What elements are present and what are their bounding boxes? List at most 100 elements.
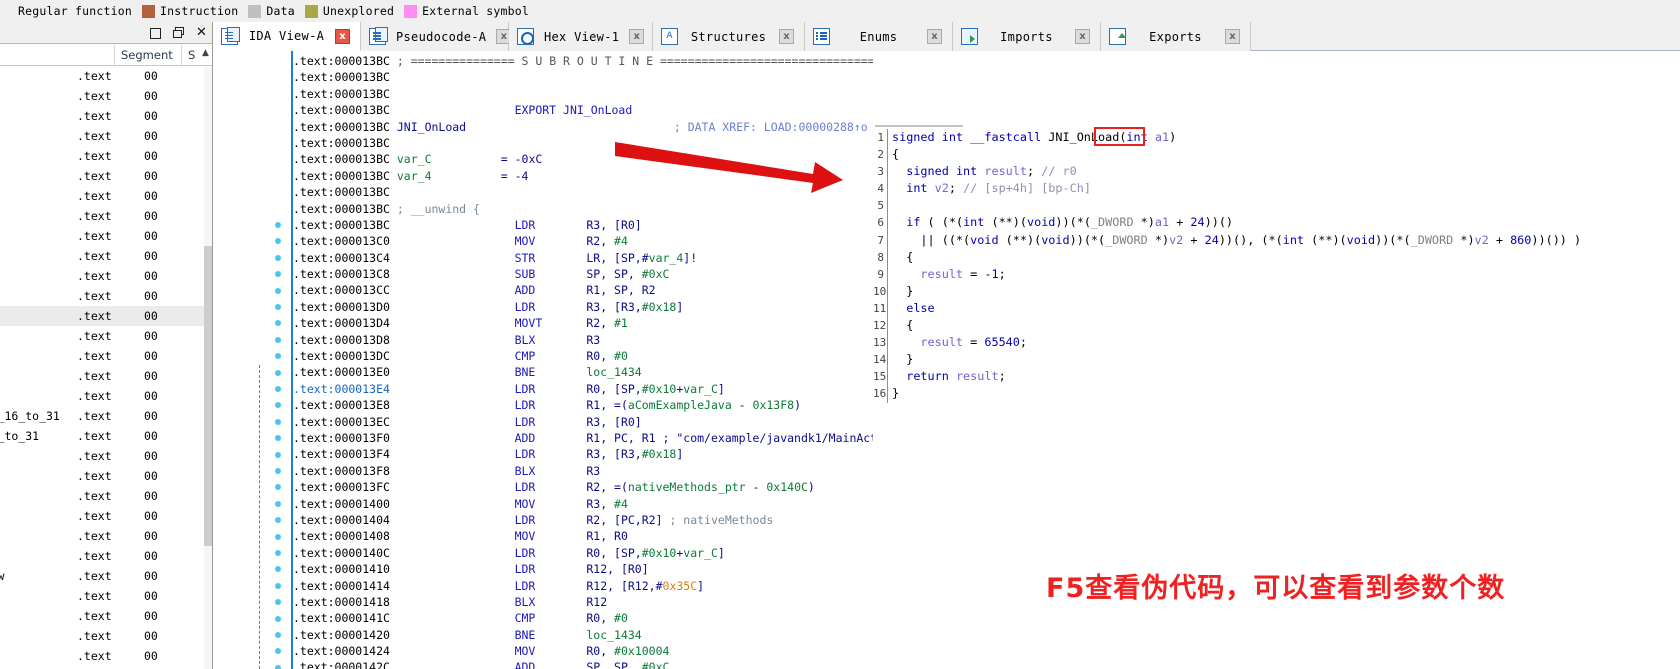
tab-close-icon[interactable]: x <box>1075 29 1090 44</box>
disassembly-line[interactable]: .text:00001410 LDR R12, [R0] <box>293 561 873 577</box>
breakpoint-marker-icon[interactable] <box>275 386 281 392</box>
view-tab-strip[interactable]: IDA View-A x Pseudocode-A x Hex View-1 x A Stru… <box>213 22 1680 51</box>
functions-list[interactable]: .text00on.text00.text00.text00.text00.te… <box>0 66 205 669</box>
breakpoint-marker-icon[interactable] <box>275 369 281 376</box>
disassembly-line[interactable]: .text:00001400 MOV R3, #4 <box>293 496 873 512</box>
disassembly-line[interactable]: .text:000013BC ; =============== S U B R… <box>293 53 873 69</box>
pseudocode-line[interactable]: 9 result = -1; <box>873 265 1680 283</box>
function-list-row[interactable]: .text 00 <box>0 166 205 186</box>
disassembly-line[interactable]: .text:000013BC ; __unwind { <box>293 201 873 217</box>
pseudocode-line[interactable]: 11 else <box>873 299 1680 318</box>
function-list-row[interactable]: .text 00 <box>0 546 205 566</box>
function-list-row[interactable]: .text 00 <box>0 126 205 146</box>
breakpoint-marker-icon[interactable] <box>275 533 281 540</box>
function-list-row[interactable]: .text 00 <box>0 206 205 226</box>
pseudocode-line[interactable]: 16} <box>873 385 1680 403</box>
function-list-row[interactable]: 0 .text 00 <box>0 226 205 246</box>
function-list-row[interactable]: .text 00 <box>0 626 205 646</box>
disassembly-line[interactable]: .text:000013F8 BLX R3 <box>293 463 873 479</box>
breakpoint-marker-icon[interactable] <box>275 336 281 343</box>
disassembly-line[interactable]: .text:0000140C LDR R0, [SP,#0x10+var_C] <box>293 545 873 561</box>
disassembly-line[interactable]: .text:000013BC <box>293 135 873 151</box>
tab-exports[interactable]: Exports x <box>1101 22 1251 51</box>
tab-close-icon[interactable]: x <box>927 29 942 44</box>
breakpoint-marker-icon[interactable] <box>275 468 281 474</box>
disassembly-line[interactable]: .text:00001420 BNE loc_1434 <box>293 627 873 643</box>
function-list-row[interactable]: P_D_16_to_31 .text 00 <box>0 426 205 446</box>
xref-comment[interactable]: ; DATA XREF: LOAD:00000288↑o <box>674 120 868 134</box>
disassembly-line[interactable]: .text:00001418 BLX R12 <box>293 594 873 610</box>
disassembly-line[interactable]: .text:000013FC LDR R2, =(nativeMethods_pt… <box>293 479 873 495</box>
disassembly-line[interactable]: .text:00001408 MOV R1, R0 <box>293 528 873 544</box>
disassembly-line[interactable]: .text:000013D4 MOVT R2, #1 <box>293 315 873 331</box>
pseudocode-line[interactable]: 10 } <box>873 282 1680 300</box>
tab-close-icon[interactable]: x <box>629 29 645 44</box>
function-list-row[interactable]: _VFP .text 00 <box>0 326 205 346</box>
restore-window-icon[interactable] <box>150 27 161 39</box>
function-list-row[interactable]: .text 00 <box>0 646 205 666</box>
disassembly-line[interactable]: .text:000013BC var_4 = -4 <box>293 168 873 184</box>
breakpoint-marker-icon[interactable] <box>275 222 281 228</box>
function-list-row[interactable]: .text 00 <box>0 306 205 326</box>
disassembly-line[interactable]: .text:000013BC var_C = -0xC <box>293 151 873 167</box>
pseudocode-line[interactable]: 15 return result; <box>873 368 1680 386</box>
ida-view-a-disassembly-pane[interactable]: .text:000013BC ; =============== S U B R… <box>213 51 873 669</box>
disassembly-line[interactable]: .text:000013BC LDR R3, [R0] <box>293 217 873 233</box>
function-list-row[interactable]: e .text 00 <box>0 186 205 206</box>
disassembly-line[interactable]: .text:000013EC LDR R3, [R0] <box>293 414 873 430</box>
function-list-row[interactable]: _VFP_D_16_to_31 .text 00 <box>0 406 205 426</box>
pseudocode-line[interactable]: 4 int v2; // [sp+4h] [bp-Ch] <box>873 180 1680 198</box>
function-list-row[interactable]: .text 00 <box>0 106 205 126</box>
disassembly-line[interactable]: .text:000013BC EXPORT JNI_OnLoad <box>293 102 873 118</box>
disassembly-line[interactable]: .text:000013F0 ADD R1, PC, R1 ; "com/exam… <box>293 430 873 446</box>
breakpoint-marker-icon[interactable] <box>275 418 281 425</box>
pseudocode-line[interactable]: 3 signed int result; // r0 <box>873 163 1680 181</box>
column-header-function-name[interactable] <box>0 45 115 65</box>
breakpoint-marker-icon[interactable] <box>275 304 281 310</box>
function-list-row[interactable]: on .text 00 <box>0 86 205 106</box>
breakpoint-marker-icon[interactable] <box>275 582 281 589</box>
function-list-row[interactable]: MXC .text 00 <box>0 506 205 526</box>
disassembly-line[interactable]: .text:000013CC ADD R1, SP, R2 <box>293 282 873 298</box>
pseudocode-line[interactable]: 13 result = 65540; <box>873 334 1680 352</box>
tab-enums[interactable]: Enums x <box>805 22 953 51</box>
pseudocode-line[interactable]: 2{ <box>873 146 1680 164</box>
pseudocode-line[interactable]: 12 { <box>873 317 1680 335</box>
function-list-row[interactable]: 2 .text 00 <box>0 266 205 286</box>
disassembly-line[interactable]: .text:00001414 LDR R12, [R12,#0x35C] <box>293 578 873 594</box>
pseudocode-line[interactable]: 6 if ( (*(int (**)(void))(*(_DWORD *)a1 … <box>873 214 1680 232</box>
pseudocode-line[interactable]: 1 signed int __fastcall JNI_OnLoad(int a1… <box>873 129 1680 147</box>
breakpoint-marker-icon[interactable] <box>275 550 281 556</box>
function-list-row[interactable]: _VFP_D .text 00 <box>0 366 205 386</box>
disassembly-line[interactable]: .text:000013BC <box>293 184 873 200</box>
breakpoint-marker-icon[interactable] <box>275 664 281 669</box>
pseudocode-line[interactable]: 5 <box>873 197 1680 215</box>
breakpoint-marker-icon[interactable] <box>275 615 281 622</box>
disassembly-line[interactable]: .text:000013DC CMP R0, #0 <box>293 348 873 364</box>
disassembly-line[interactable]: .text:000013E4 LDR R0, [SP,#0x10+var_C] <box>293 381 873 397</box>
tab-ida-view-a[interactable]: IDA View-A x <box>213 22 361 51</box>
cascade-window-icon[interactable] <box>173 27 184 38</box>
disassembly-line[interactable]: .text:000013C0 MOV R2, #4 <box>293 233 873 249</box>
tab-pseudocode-a[interactable]: Pseudocode-A x <box>361 22 512 51</box>
tab-structures[interactable]: A Structures x <box>653 22 805 51</box>
function-list-row[interactable]: P_D .text 00 <box>0 386 205 406</box>
tab-close-icon[interactable]: x <box>1225 29 1240 44</box>
function-list-row[interactable]: MXD .text 00 <box>0 466 205 486</box>
column-header-segment[interactable]: Segment <box>115 45 182 65</box>
disassembly-line[interactable]: .text:000013E0 BNE loc_1434 <box>293 364 873 380</box>
disassembly-line[interactable]: .text:0000141C CMP R0, #0 <box>293 610 873 626</box>
function-list-row[interactable]: .text 00 <box>0 606 205 626</box>
function-list-row[interactable]: .text 00 <box>0 286 205 306</box>
disassembly-line[interactable]: .text:000013D8 BLX R3 <box>293 332 873 348</box>
close-window-icon[interactable]: ✕ <box>196 26 207 39</box>
function-list-row[interactable]: P .text 00 <box>0 346 205 366</box>
disassembly-line[interactable]: .text:00001404 LDR R2, [PC,R2] ; nativeMe… <box>293 512 873 528</box>
function-list-row[interactable]: _WMMXD .text 00 <box>0 446 205 466</box>
tab-imports[interactable]: Imports x <box>953 22 1101 51</box>
disassembly-line[interactable]: .text:000013C4 STR LR, [SP,#var_4]! <box>293 250 873 266</box>
disassembly-line[interactable]: .text:000013D0 LDR R3, [R3,#0x18] <box>293 299 873 315</box>
function-list-row[interactable]: tion .text 00 <box>0 526 205 546</box>
scroll-up-arrow-icon[interactable]: ▲ <box>202 48 211 60</box>
tab-close-icon[interactable]: x <box>335 28 350 44</box>
